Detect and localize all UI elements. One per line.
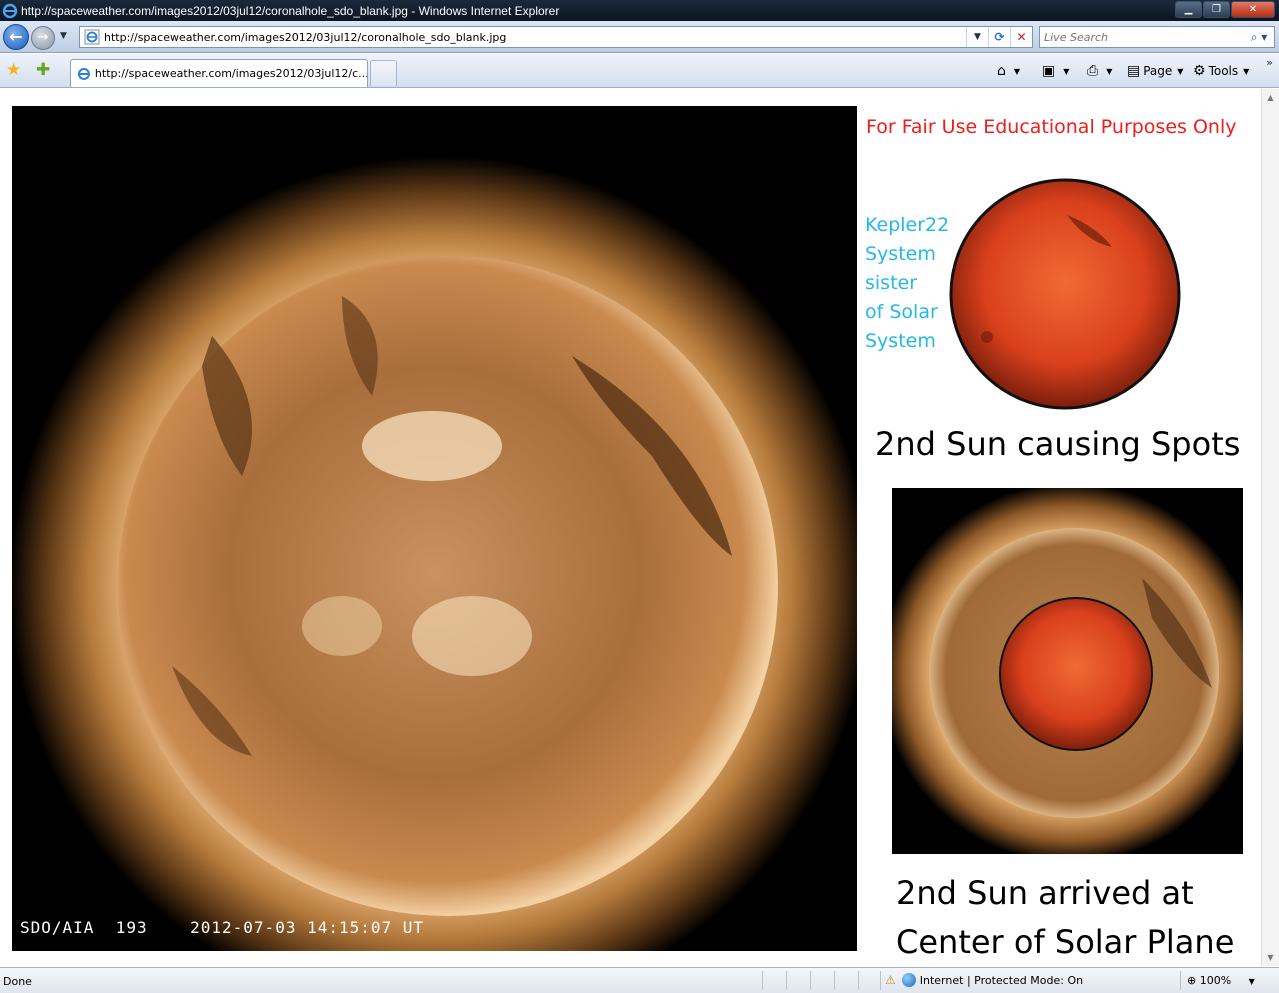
scroll-down-icon[interactable]: ▼ xyxy=(1262,949,1279,966)
globe-icon xyxy=(901,973,916,987)
status-text: Done xyxy=(3,975,32,988)
arrived-caption: 2nd Sun arrived at Center of Solar Plane xyxy=(896,869,1234,967)
sun-graphic xyxy=(12,156,857,951)
address-dropdown-button[interactable]: ▼ xyxy=(966,27,988,47)
chevron-down-icon: ▼ xyxy=(1013,66,1021,76)
address-input[interactable] xyxy=(104,30,966,44)
kepler-line: sister xyxy=(865,272,918,294)
kepler-line: System xyxy=(865,330,936,352)
chevron-down-icon: ▼ xyxy=(1248,977,1255,986)
arrived-caption-line: 2nd Sun arrived at xyxy=(896,874,1194,912)
refresh-button[interactable]: ⟳ xyxy=(988,27,1010,47)
kepler-line: Kepler22 xyxy=(865,214,950,236)
maximize-button[interactable]: ❐ xyxy=(1203,1,1230,18)
search-box: ⌕ ▾ xyxy=(1039,26,1275,48)
address-bar: ▼ ⟳ ✕ xyxy=(79,26,1033,48)
home-icon: ⌂ xyxy=(997,63,1006,79)
zoom-level: 100% xyxy=(1199,974,1232,987)
print-button[interactable]: ⎙ ▼ xyxy=(1087,63,1112,79)
scroll-up-icon[interactable]: ▲ xyxy=(1262,89,1279,106)
back-arrow-icon: ← xyxy=(9,27,23,46)
page-content: SDO/AIA 193 2012-07-03 14:15:07 UT For F… xyxy=(0,89,1261,966)
status-bar: Done ⚠ Internet | Protected Mode: On ⊕ 1… xyxy=(0,967,1279,993)
chevron-down-icon: ▼ xyxy=(1106,66,1113,76)
home-button[interactable]: ⌂ ▼ xyxy=(997,63,1020,79)
close-icon: ✕ xyxy=(1248,4,1258,15)
feeds-icon: ▣ xyxy=(1042,63,1056,79)
zoom-icon: ⊕ xyxy=(1187,974,1197,987)
close-button[interactable]: ✕ xyxy=(1231,1,1275,18)
minimize-icon: ▁ xyxy=(1184,4,1193,15)
protected-mode-icon: ⚠ xyxy=(885,973,896,987)
tools-menu[interactable]: ⚙ Tools ▼ xyxy=(1193,63,1249,79)
print-icon: ⎙ xyxy=(1087,63,1099,79)
tab-label: http://spaceweather.com/images2012/03jul… xyxy=(94,67,367,80)
feeds-button[interactable]: ▣ ▼ xyxy=(1042,63,1069,79)
window-title: http://spaceweather.com/images2012/03jul… xyxy=(21,3,560,18)
tab-bar: ★ ✚ http://spaceweather.com/images2012/0… xyxy=(0,54,1279,88)
chevron-down-icon: ▼ xyxy=(1177,66,1184,76)
page-favicon-icon xyxy=(84,29,100,45)
forward-button[interactable]: → xyxy=(31,26,55,50)
page-menu[interactable]: ▤ Page ▼ xyxy=(1127,63,1183,79)
stop-icon: ✕ xyxy=(1016,30,1027,44)
gear-icon: ⚙ xyxy=(1193,63,1206,79)
maximize-icon: ❐ xyxy=(1212,4,1221,15)
image-timestamp-caption: SDO/AIA 193 2012-07-03 14:15:07 UT xyxy=(20,918,425,937)
recent-pages-dropdown[interactable]: ▼ xyxy=(60,31,67,41)
search-icon[interactable]: ⌕ ▾ xyxy=(1244,30,1274,45)
favorites-star-icon[interactable]: ★ xyxy=(6,60,21,80)
tools-menu-label: Tools xyxy=(1208,64,1239,78)
inset-sun-graphic xyxy=(892,488,1243,854)
tab-favicon-icon xyxy=(77,67,90,80)
title-bar: http://spaceweather.com/images2012/03jul… xyxy=(0,0,1279,21)
zoom-control[interactable]: ⊕ 100% ▼ xyxy=(1187,974,1255,987)
chevron-down-icon: ▼ xyxy=(1243,66,1250,76)
page-icon: ▤ xyxy=(1127,63,1141,79)
new-tab-button[interactable] xyxy=(370,60,397,86)
vertical-scrollbar[interactable]: ▲ ▼ xyxy=(1261,89,1279,966)
minimize-button[interactable]: ▁ xyxy=(1175,1,1202,18)
forward-arrow-icon: → xyxy=(37,30,49,45)
arrived-caption-line: Center of Solar Plane xyxy=(896,923,1235,961)
zone-label: Internet | Protected Mode: On xyxy=(919,973,1084,987)
ie-logo-icon xyxy=(2,3,18,18)
back-button[interactable]: ← xyxy=(3,24,29,50)
tab-current[interactable]: http://spaceweather.com/images2012/03jul… xyxy=(70,59,368,87)
kepler-line: System xyxy=(865,243,936,265)
kepler-label: Kepler22 System sister of Solar System xyxy=(865,211,949,356)
chevron-down-icon: ▼ xyxy=(1063,66,1070,76)
chevron-down-icon: ▼ xyxy=(974,32,981,42)
kepler-line: of Solar xyxy=(865,301,938,323)
red-sun-image xyxy=(949,178,1181,410)
stop-button[interactable]: ✕ xyxy=(1010,27,1032,47)
add-favorites-icon[interactable]: ✚ xyxy=(36,60,50,80)
refresh-icon: ⟳ xyxy=(994,30,1005,44)
search-input[interactable] xyxy=(1040,30,1244,44)
sdo-sun-image: SDO/AIA 193 2012-07-03 14:15:07 UT xyxy=(12,106,857,951)
navigation-bar: ← → ▼ ▼ ⟳ ✕ ⌕ ▾ xyxy=(0,21,1279,53)
inset-sun-image xyxy=(892,488,1243,854)
spots-caption: 2nd Sun causing Spots xyxy=(875,425,1241,463)
security-zone[interactable]: ⚠ Internet | Protected Mode: On xyxy=(885,973,1083,987)
more-commands-icon[interactable]: » xyxy=(1266,56,1273,69)
page-menu-label: Page xyxy=(1143,64,1173,78)
fair-use-notice: For Fair Use Educational Purposes Only xyxy=(866,116,1237,138)
